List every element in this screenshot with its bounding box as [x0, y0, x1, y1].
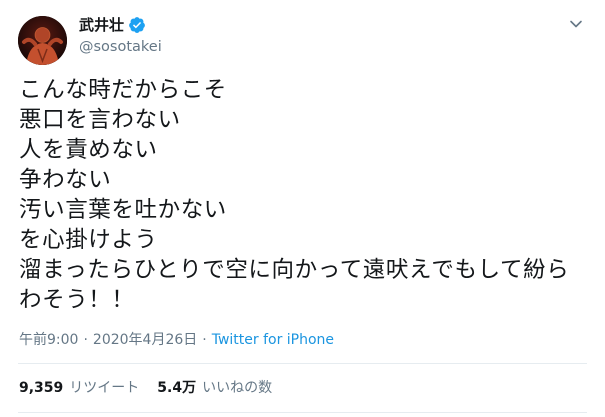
tweet-text-line: こんな時だからこそ	[19, 77, 227, 103]
likes-stat[interactable]: 5.4万 いいねの数	[157, 378, 272, 398]
chevron-down-icon[interactable]	[569, 16, 583, 30]
tweet-time[interactable]: 午前9:00	[19, 332, 78, 348]
retweets-label: リツイート	[69, 380, 140, 396]
tweet-text-line: 人を責めない	[19, 137, 158, 163]
retweets-stat[interactable]: 9,359 リツイート	[19, 378, 139, 398]
divider	[18, 363, 587, 364]
likes-count: 5.4万	[157, 380, 197, 396]
avatar[interactable]	[18, 16, 67, 65]
tweet-text-line: 汚い言葉を吐かない	[19, 197, 227, 223]
meta-separator: ·	[202, 332, 207, 348]
tweet-stats: 9,359 リツイート 5.4万 いいねの数	[19, 378, 290, 398]
tweet-text-line: 悪口を言わない	[19, 107, 181, 133]
likes-label: いいねの数	[202, 380, 273, 396]
display-name[interactable]: 武井壮	[79, 15, 124, 35]
verified-badge-icon	[128, 16, 146, 34]
tweet-text-line: を心掛けよう	[19, 227, 158, 253]
tweet-text-line: わそう！！	[19, 287, 135, 313]
author-name-row[interactable]: 武井壮	[79, 15, 146, 35]
tweet-text: こんな時だからこそ 悪口を言わない 人を責めない 争わない 汚い言葉を吐かない …	[19, 75, 589, 315]
retweets-count: 9,359	[19, 380, 64, 396]
tweet-text-line: 溜まったらひとりで空に向かって遠吠えでもして紛ら	[19, 257, 570, 283]
tweet-metadata: 午前9:00 · 2020年4月26日 · Twitter for iPhone	[19, 330, 334, 350]
tweet-date[interactable]: 2020年4月26日	[93, 332, 197, 348]
divider	[18, 412, 587, 413]
tweet-card: 武井壮 @sosotakei こんな時だからこそ 悪口を言わない 人を責めない …	[0, 0, 605, 417]
handle[interactable]: @sosotakei	[79, 37, 162, 57]
tweet-source-link[interactable]: Twitter for iPhone	[212, 332, 334, 348]
meta-separator: ·	[83, 332, 88, 348]
tweet-text-line: 争わない	[19, 167, 112, 193]
